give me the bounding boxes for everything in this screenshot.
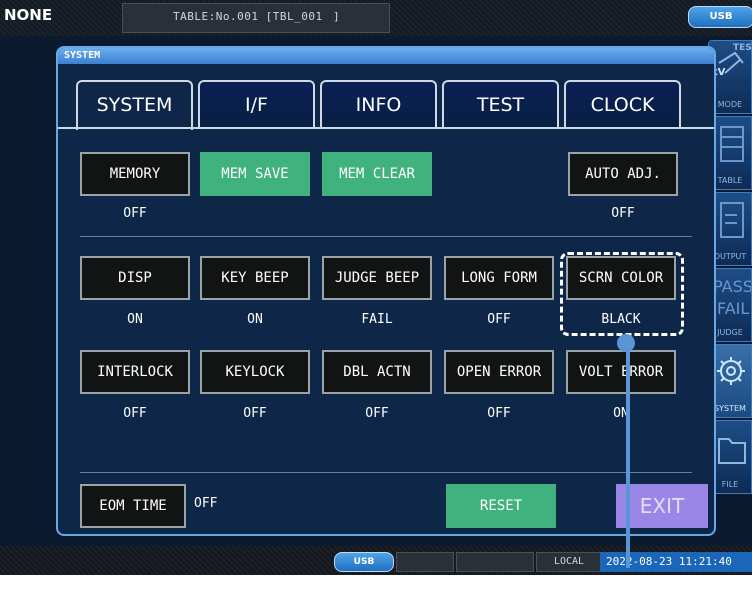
bottom-divider bbox=[80, 472, 692, 473]
key-beep-button[interactable]: KEY BEEP bbox=[200, 256, 310, 300]
callout-highlight bbox=[560, 252, 684, 336]
mem-clear-button[interactable]: MEM CLEAR bbox=[322, 152, 432, 196]
keylock-button[interactable]: KEYLOCK bbox=[200, 350, 310, 394]
judge-fail-text: FAIL bbox=[717, 299, 750, 318]
connection-status: NONE bbox=[4, 6, 53, 24]
long-form-value: OFF bbox=[487, 312, 511, 327]
tab-if[interactable]: I/F bbox=[198, 80, 315, 128]
eom-time-button[interactable]: EOM TIME bbox=[80, 484, 186, 528]
memory-value: OFF bbox=[123, 206, 147, 221]
callout-dot bbox=[617, 334, 635, 352]
callout-line bbox=[626, 338, 630, 568]
dialog-title: SYSTEM bbox=[64, 50, 101, 61]
auto-adj-value: OFF bbox=[611, 206, 635, 221]
reset-button[interactable]: RESET bbox=[446, 484, 556, 528]
dbl-actn-button[interactable]: DBL ACTN bbox=[322, 350, 432, 394]
table-label: TABLE:No.001 [TBL_001 bbox=[173, 10, 323, 23]
volt-error-button[interactable]: VOLT ERROR bbox=[566, 350, 676, 394]
open-error-button[interactable]: OPEN ERROR bbox=[444, 350, 554, 394]
key-beep-value: ON bbox=[247, 312, 263, 327]
output-icon bbox=[720, 202, 744, 238]
interlock-value: OFF bbox=[123, 406, 147, 421]
top-status-bar: NONE TABLE:No.001 [TBL_001 ] USB bbox=[0, 0, 752, 36]
open-error-value: OFF bbox=[487, 406, 511, 421]
judge-pass-text: PASS bbox=[713, 277, 752, 296]
tab-test[interactable]: TEST bbox=[442, 80, 559, 128]
auto-adj-button[interactable]: AUTO ADJ. bbox=[568, 152, 678, 196]
folder-icon bbox=[718, 438, 746, 464]
keylock-value: OFF bbox=[243, 406, 267, 421]
mem-save-button[interactable]: MEM SAVE bbox=[200, 152, 310, 196]
judge-beep-button[interactable]: JUDGE BEEP bbox=[322, 256, 432, 300]
tab-clock[interactable]: CLOCK bbox=[564, 80, 681, 128]
test-mode-icon bbox=[718, 51, 744, 74]
disp-button[interactable]: DISP bbox=[80, 256, 190, 300]
table-indicator: TABLE:No.001 [TBL_001 ] bbox=[122, 3, 390, 33]
volt-error-value: ON bbox=[613, 406, 629, 421]
table-label-end: ] bbox=[333, 10, 340, 23]
interlock-button[interactable]: INTERLOCK bbox=[80, 350, 190, 394]
dialog-title-bar: SYSTEM bbox=[58, 48, 714, 64]
long-form-button[interactable]: LONG FORM bbox=[444, 256, 554, 300]
tab-system[interactable]: SYSTEM bbox=[76, 80, 193, 130]
status-segment bbox=[396, 552, 454, 572]
table-icon bbox=[720, 126, 744, 162]
local-indicator: LOCAL bbox=[536, 552, 602, 572]
memory-button[interactable]: MEMORY bbox=[80, 152, 190, 196]
judge-beep-value: FAIL bbox=[361, 312, 393, 327]
disp-value: ON bbox=[127, 312, 143, 327]
tab-underline bbox=[58, 127, 714, 129]
eom-time-value: OFF bbox=[194, 496, 218, 511]
usb-bottom-indicator: USB bbox=[334, 552, 394, 572]
dbl-actn-value: OFF bbox=[365, 406, 389, 421]
tab-info[interactable]: INFO bbox=[320, 80, 437, 128]
status-segment bbox=[456, 552, 534, 572]
gear-icon bbox=[717, 357, 745, 385]
usb-indicator: USB bbox=[688, 6, 752, 28]
clock-display: 2022-08-23 11:21:40 bbox=[600, 552, 752, 572]
section-divider bbox=[80, 236, 692, 237]
